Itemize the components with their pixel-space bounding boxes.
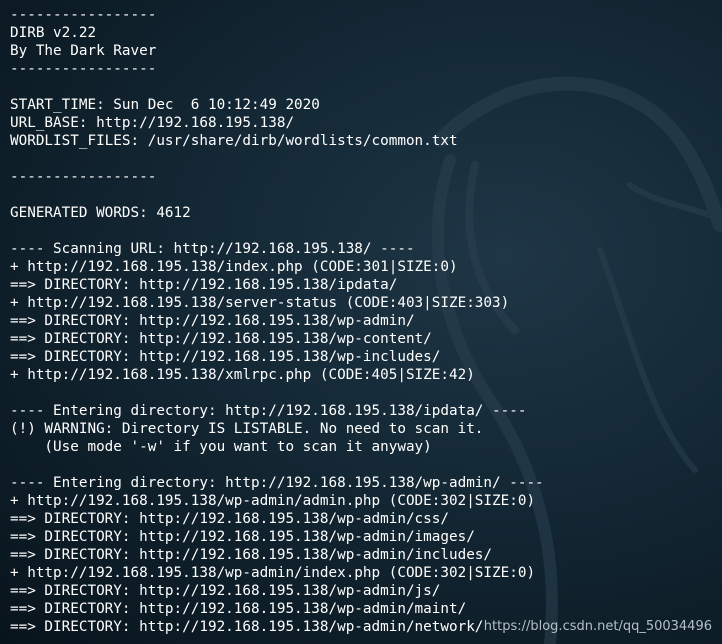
- terminal-line: URL_BASE: http://192.168.195.138/: [10, 115, 295, 131]
- terminal-line: ==> DIRECTORY: http://192.168.195.138/wp…: [10, 601, 467, 617]
- terminal-line: + http://192.168.195.138/server-status (…: [10, 295, 510, 311]
- terminal-line: (Use mode '-w' if you want to scan it an…: [10, 439, 432, 455]
- terminal-line: WORDLIST_FILES: /usr/share/dirb/wordlist…: [10, 133, 458, 149]
- terminal-line: ==> DIRECTORY: http://192.168.195.138/ip…: [10, 277, 398, 293]
- terminal-line: START_TIME: Sun Dec 6 10:12:49 2020: [10, 97, 320, 113]
- terminal-line: ==> DIRECTORY: http://192.168.195.138/wp…: [10, 331, 432, 347]
- terminal-line: -----------------: [10, 61, 157, 77]
- terminal-line: ==> DIRECTORY: http://192.168.195.138/wp…: [10, 511, 449, 527]
- terminal-line: ==> DIRECTORY: http://192.168.195.138/wp…: [10, 583, 441, 599]
- terminal-line: ---- Scanning URL: http://192.168.195.13…: [10, 241, 415, 257]
- terminal-line: ---- Entering directory: http://192.168.…: [10, 403, 527, 419]
- terminal-line: + http://192.168.195.138/wp-admin/admin.…: [10, 493, 536, 509]
- terminal-line: -----------------: [10, 169, 157, 185]
- terminal-line: ---- Entering directory: http://192.168.…: [10, 475, 544, 491]
- terminal-line: GENERATED WORDS: 4612: [10, 205, 191, 221]
- terminal-line: ==> DIRECTORY: http://192.168.195.138/wp…: [10, 547, 493, 563]
- terminal-line: DIRB v2.22: [10, 25, 97, 41]
- terminal-line: + http://192.168.195.138/xmlrpc.php (COD…: [10, 367, 475, 383]
- terminal-line: By The Dark Raver: [10, 43, 157, 59]
- csdn-watermark: https://blog.csdn.net/qq_50034496: [483, 619, 712, 634]
- terminal-line: ==> DIRECTORY: http://192.168.195.138/wp…: [10, 529, 475, 545]
- terminal-line: -----------------: [10, 7, 157, 23]
- terminal-line: + http://192.168.195.138/wp-admin/index.…: [10, 565, 536, 581]
- terminal-line: + http://192.168.195.138/index.php (CODE…: [10, 259, 458, 275]
- terminal-output[interactable]: ----------------- DIRB v2.22 By The Dark R…: [10, 6, 716, 644]
- terminal-line: ==> DIRECTORY: http://192.168.195.138/wp…: [10, 313, 415, 329]
- terminal-line: (!) WARNING: Directory IS LISTABLE. No n…: [10, 421, 484, 437]
- terminal-line: ==> DIRECTORY: http://192.168.195.138/wp…: [10, 349, 441, 365]
